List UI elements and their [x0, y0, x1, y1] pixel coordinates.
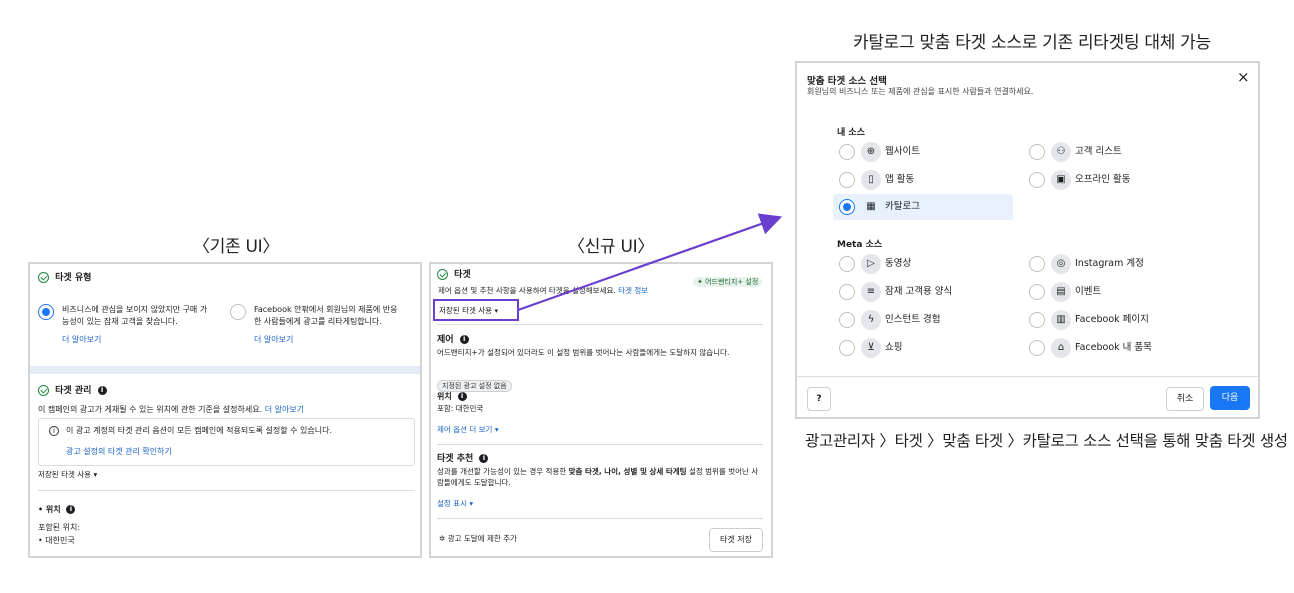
- radio-instagram[interactable]: [1029, 256, 1045, 272]
- selected-row-highlight: [833, 194, 1013, 220]
- next-button[interactable]: 다음: [1210, 386, 1250, 410]
- option-website[interactable]: 웹사이트: [885, 145, 920, 159]
- grid-icon: ▦: [866, 201, 876, 212]
- form-icon: ≡: [861, 282, 881, 302]
- help-button[interactable]: ?: [807, 387, 831, 411]
- people-icon: ⚇: [1051, 142, 1071, 162]
- option-app-activity[interactable]: 앱 활동: [885, 173, 914, 187]
- radio-shopping[interactable]: [839, 340, 855, 356]
- option-instant-experience[interactable]: 인스턴트 경험: [885, 313, 940, 327]
- radio-catalog[interactable]: [839, 199, 855, 215]
- radio-customer-list[interactable]: [1029, 144, 1045, 160]
- event-icon: ▤: [1051, 282, 1071, 302]
- cart-icon: ⊻: [861, 338, 881, 358]
- option-instagram[interactable]: Instagram 계정: [1075, 257, 1144, 271]
- option-lead-form[interactable]: 잠재 고객용 양식: [885, 285, 952, 299]
- radio-instant-experience[interactable]: [839, 312, 855, 328]
- option-catalog[interactable]: 카탈로그: [885, 200, 920, 214]
- option-facebook-page[interactable]: Facebook 페이지: [1075, 313, 1149, 327]
- option-events[interactable]: 이벤트: [1075, 285, 1101, 299]
- radio-offline-activity[interactable]: [1029, 172, 1045, 188]
- radio-events[interactable]: [1029, 284, 1045, 300]
- bolt-icon: ϟ: [861, 310, 881, 330]
- instagram-icon: ◎: [1051, 254, 1071, 274]
- custom-audience-modal: 맞춤 타겟 소스 선택 회원님의 비즈니스 또는 제품에 관심을 표시한 사람들…: [795, 61, 1260, 419]
- option-customer-list[interactable]: 고객 리스트: [1075, 145, 1122, 159]
- option-facebook-listing[interactable]: Facebook 내 품목: [1075, 341, 1152, 355]
- radio-lead-form[interactable]: [839, 284, 855, 300]
- store-icon: ▣: [1051, 170, 1071, 190]
- radio-app-activity[interactable]: [839, 172, 855, 188]
- close-icon[interactable]: ×: [1237, 68, 1250, 86]
- phone-icon: ▯: [861, 170, 881, 190]
- shop-icon: ⌂: [1051, 338, 1071, 358]
- globe-icon: ⊕: [861, 142, 881, 162]
- page-icon: ▥: [1051, 310, 1071, 330]
- radio-video[interactable]: [839, 256, 855, 272]
- modal-title: 맞춤 타겟 소스 선택: [807, 76, 887, 87]
- radio-website[interactable]: [839, 144, 855, 160]
- option-video[interactable]: 동영상: [885, 257, 911, 271]
- modal-subtitle: 회원님의 비즈니스 또는 제품에 관심을 표시한 사람들과 연결하세요.: [807, 87, 1034, 96]
- my-sources-label: 내 소스: [837, 128, 865, 138]
- option-shopping[interactable]: 쇼핑: [885, 341, 902, 355]
- play-icon: ▷: [861, 254, 881, 274]
- option-offline-activity[interactable]: 오프라인 활동: [1075, 173, 1130, 187]
- meta-sources-label: Meta 소스: [837, 240, 883, 250]
- radio-facebook-page[interactable]: [1029, 312, 1045, 328]
- cancel-button[interactable]: 취소: [1166, 387, 1204, 411]
- footer-divider: [797, 376, 1258, 377]
- radio-facebook-listing[interactable]: [1029, 340, 1045, 356]
